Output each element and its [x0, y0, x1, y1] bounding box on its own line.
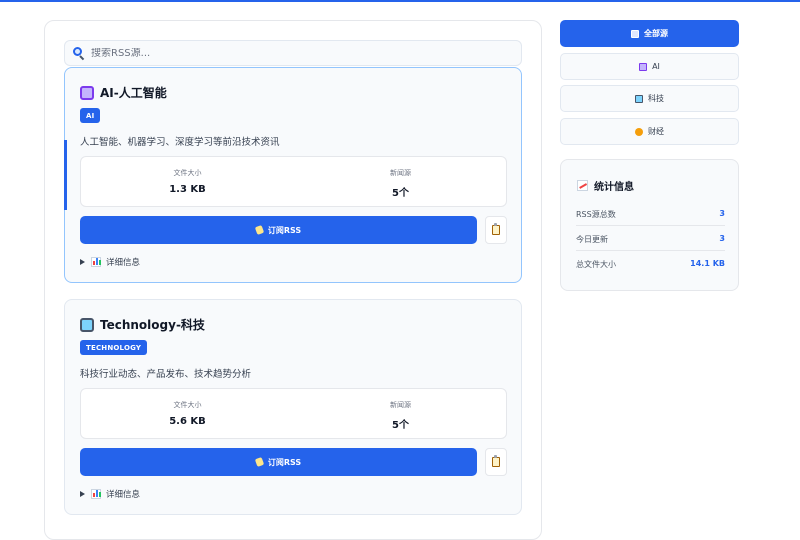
stats-title: 统计信息	[577, 178, 634, 193]
filter-finance-label: 财经	[648, 127, 664, 136]
news-source-value: 5个	[392, 420, 409, 431]
details-label: 详细信息	[106, 490, 141, 500]
filter-ai-button[interactable]: AI	[560, 53, 739, 80]
feed-title-text: Technology-科技	[100, 318, 205, 332]
feed-description: 人工智能、机器学习、深度学习等前沿技术资讯	[80, 137, 280, 148]
filter-tech-label: 科技	[648, 94, 664, 103]
subscribe-button[interactable]: 订阅RSS	[80, 448, 477, 476]
megaphone-icon	[254, 225, 264, 235]
feed-description: 科技行业动态、产品发布、技术趋势分析	[80, 369, 252, 380]
megaphone-icon	[254, 457, 264, 467]
feed-card-ai[interactable]: AI-人工智能 AI 人工智能、机器学习、深度学习等前沿技术资讯 文件大小 1.…	[64, 67, 522, 283]
filter-finance-button[interactable]: 财经	[560, 118, 739, 145]
filter-tech-button[interactable]: 科技	[560, 85, 739, 112]
details-toggle[interactable]: 详细信息	[80, 256, 140, 268]
clipboard-icon	[492, 455, 500, 467]
robot-icon	[639, 62, 648, 71]
file-size-value: 5.6 KB	[169, 416, 206, 427]
file-size-label: 文件大小	[173, 401, 202, 409]
stat-label: 今日更新	[576, 235, 608, 244]
feed-title-text: AI-人工智能	[100, 86, 167, 100]
disclosure-triangle-icon	[80, 259, 85, 265]
file-size-stat: 文件大小 1.3 KB	[81, 157, 294, 208]
filter-ai-label: AI	[652, 62, 660, 71]
stat-row-total-size: 总文件大小 14.1 KB	[576, 251, 725, 276]
filter-all-button[interactable]: 全部源	[560, 20, 739, 47]
stat-value: 3	[719, 209, 725, 218]
trend-chart-icon	[577, 180, 588, 191]
details-label: 详细信息	[106, 258, 141, 268]
robot-icon	[80, 85, 94, 100]
file-size-stat: 文件大小 5.6 KB	[81, 389, 294, 440]
stat-value: 14.1 KB	[690, 259, 725, 268]
top-accent-line	[0, 0, 800, 2]
file-size-label: 文件大小	[173, 169, 202, 177]
copy-button[interactable]	[485, 216, 507, 244]
subscribe-label: 订阅RSS	[267, 457, 302, 467]
category-badge: TECHNOLOGY	[80, 340, 148, 355]
search-icon	[73, 47, 85, 61]
money-bag-icon	[635, 127, 643, 136]
active-indicator	[64, 140, 67, 210]
stats-title-text: 统计信息	[594, 182, 634, 193]
search-bar[interactable]	[64, 40, 522, 66]
stat-row-updated-today: 今日更新 3	[576, 226, 725, 251]
feed-card-technology[interactable]: Technology-科技 TECHNOLOGY 科技行业动态、产品发布、技术趋…	[64, 299, 522, 515]
stat-row-total-feeds: RSS源总数 3	[576, 201, 725, 226]
bar-chart-icon	[91, 489, 101, 499]
computer-icon	[635, 94, 643, 103]
stat-label: 总文件大小	[576, 260, 616, 269]
feed-stats: 文件大小 1.3 KB 新闻源 5个	[80, 156, 507, 207]
subscribe-label: 订阅RSS	[267, 225, 302, 235]
category-badge: AI	[80, 108, 101, 123]
feed-title: Technology-科技	[80, 316, 205, 333]
details-toggle[interactable]: 详细信息	[80, 488, 140, 500]
file-size-value: 1.3 KB	[169, 184, 206, 195]
search-input[interactable]	[91, 47, 491, 59]
clipboard-icon	[492, 223, 500, 235]
feed-title: AI-人工智能	[80, 84, 167, 101]
copy-button[interactable]	[485, 448, 507, 476]
subscribe-button[interactable]: 订阅RSS	[80, 216, 477, 244]
filter-all-label: 全部源	[644, 29, 668, 38]
news-source-value: 5个	[392, 188, 409, 199]
news-source-stat: 新闻源 5个	[294, 389, 507, 440]
bar-chart-icon	[631, 29, 639, 38]
news-source-stat: 新闻源 5个	[294, 157, 507, 208]
feed-list-panel: AI-人工智能 AI 人工智能、机器学习、深度学习等前沿技术资讯 文件大小 1.…	[44, 20, 542, 540]
news-source-label: 新闻源	[390, 169, 411, 177]
stats-panel: 统计信息 RSS源总数 3 今日更新 3 总文件大小 14.1 KB	[560, 159, 739, 291]
stat-value: 3	[719, 234, 725, 243]
computer-icon	[80, 317, 94, 332]
bar-chart-icon	[91, 257, 101, 267]
news-source-label: 新闻源	[390, 401, 411, 409]
disclosure-triangle-icon	[80, 491, 85, 497]
feed-stats: 文件大小 5.6 KB 新闻源 5个	[80, 388, 507, 439]
stat-label: RSS源总数	[576, 210, 616, 219]
